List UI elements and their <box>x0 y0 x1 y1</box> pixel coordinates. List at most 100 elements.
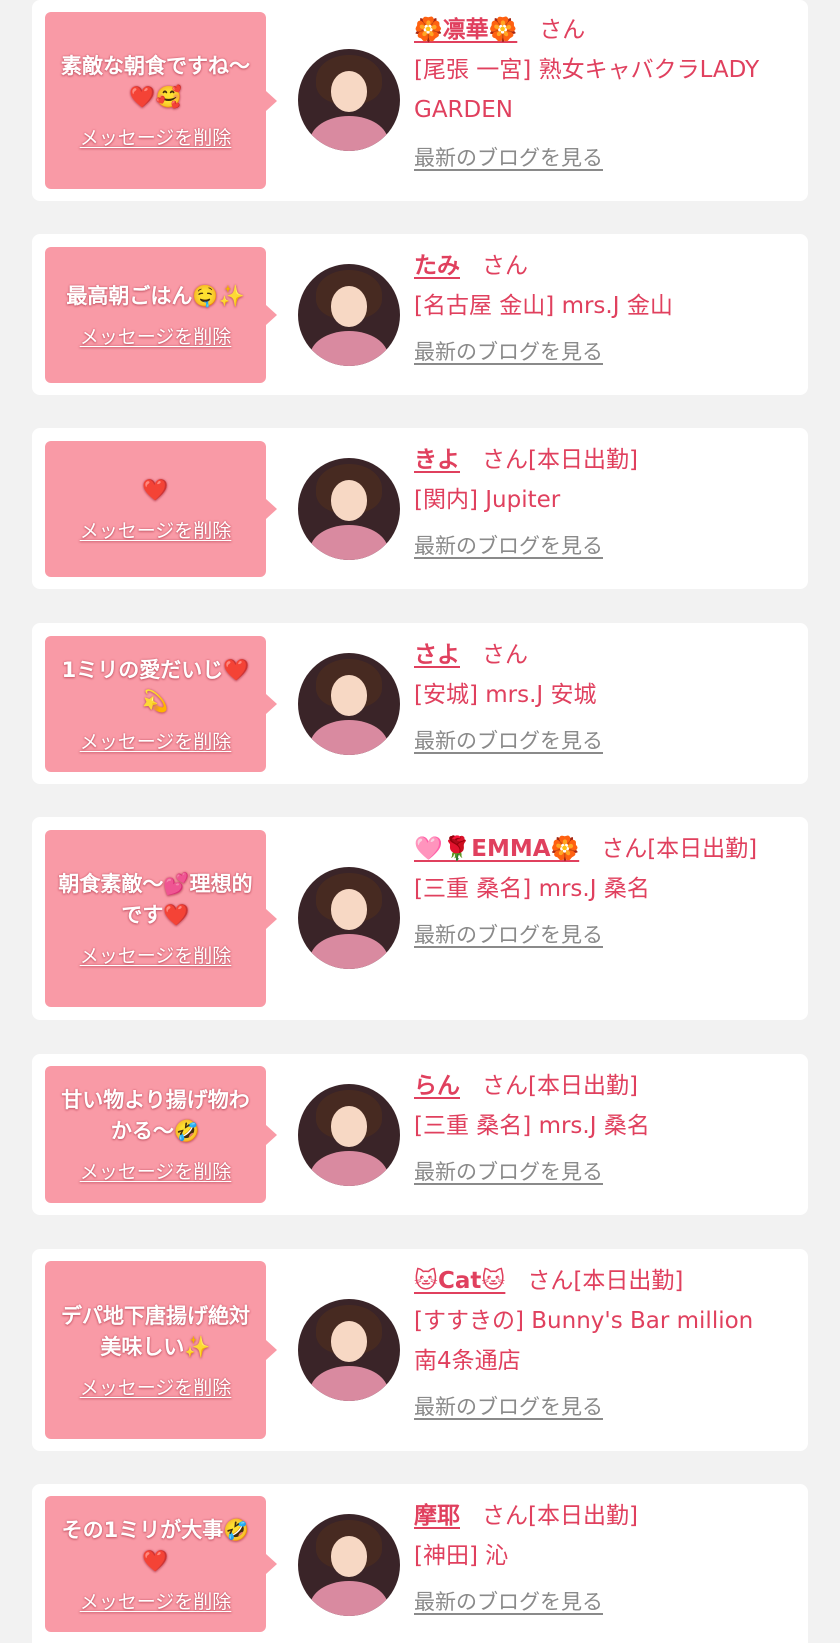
message-list: 素敵な朝食ですね〜❤️🥰 メッセージを削除 🏵️凛華🏵️ さん [尾張 一宮] 熟… <box>0 0 840 1643</box>
girl-info: 🩷🌹EMMA🏵️ さん[本日出勤] [三重 桑名] mrs.J 桑名 最新のブログ… <box>414 829 774 949</box>
honorific: さん[本日出勤] <box>482 1073 638 1099</box>
message-text: 1ミリの愛だいじ❤️💫 <box>61 657 250 713</box>
shop-name: [関内] Jupiter <box>414 487 561 513</box>
avatar-body <box>310 525 388 560</box>
avatar[interactable] <box>298 264 400 366</box>
blog-link[interactable]: 最新のブログを見る <box>414 336 603 366</box>
blog-link[interactable]: 最新のブログを見る <box>414 1156 603 1186</box>
message-bubble: 最高朝ごはん🤤✨ メッセージを削除 <box>45 247 277 383</box>
blog-row: 最新のブログを見る <box>414 1391 774 1421</box>
avatar[interactable] <box>298 1514 400 1616</box>
girl-info: さよ さん [安城] mrs.J 安城 最新のブログを見る <box>414 635 774 755</box>
avatar[interactable] <box>298 1084 400 1186</box>
message-card: 最高朝ごはん🤤✨ メッセージを削除 たみ さん [名古屋 金山] mrs.J 金山… <box>32 234 808 395</box>
message-bubble: 素敵な朝食ですね〜❤️🥰 メッセージを削除 <box>45 12 277 189</box>
delete-message-link[interactable]: メッセージを削除 <box>80 727 232 754</box>
shop-name: [三重 桑名] mrs.J 桑名 <box>414 876 650 902</box>
name-line: 🏵️凛華🏵️ さん <box>414 10 774 50</box>
honorific: さん <box>482 253 528 279</box>
avatar-body <box>310 1151 388 1186</box>
name-line: 摩耶 さん[本日出勤] <box>414 1496 774 1536</box>
avatar-face <box>330 480 368 522</box>
message-text: ❤️ <box>142 478 169 502</box>
honorific: さん <box>482 642 528 668</box>
name-line: さよ さん <box>414 635 774 675</box>
avatar-face <box>330 1536 368 1578</box>
avatar-face <box>330 71 368 113</box>
blog-row: 最新のブログを見る <box>414 530 774 560</box>
message-bubble: 甘い物より揚げ物わかる〜🤣 メッセージを削除 <box>45 1066 277 1203</box>
honorific: さん <box>539 17 586 43</box>
message-bubble: 1ミリの愛だいじ❤️💫 メッセージを削除 <box>45 636 277 772</box>
girl-info: らん さん[本日出勤] [三重 桑名] mrs.J 桑名 最新のブログを見る <box>414 1066 774 1186</box>
avatar[interactable] <box>298 867 400 969</box>
avatar-body <box>310 331 388 366</box>
girl-name-link[interactable]: らん <box>414 1073 460 1099</box>
blog-row: 最新のブログを見る <box>414 336 774 366</box>
girl-name-link[interactable]: きよ <box>414 447 460 473</box>
blog-link[interactable]: 最新のブログを見る <box>414 725 603 755</box>
delete-message-link[interactable]: メッセージを削除 <box>80 1373 232 1400</box>
avatar-body <box>310 720 388 755</box>
blog-link[interactable]: 最新のブログを見る <box>414 530 603 560</box>
message-text: その1ミリが大事🤣❤️ <box>61 1517 250 1573</box>
delete-message-link[interactable]: メッセージを削除 <box>80 1587 232 1614</box>
avatar-face <box>330 889 368 931</box>
message-card: ❤️ メッセージを削除 きよ さん[本日出勤] [関内] Jupiter 最新のブ… <box>32 428 808 589</box>
name-line: 🐱Cat🐱 さん[本日出勤] <box>414 1261 774 1301</box>
message-text: デパ地下唐揚げ絶対美味しい✨ <box>61 1303 250 1359</box>
avatar-body <box>310 1581 388 1616</box>
delete-message-link[interactable]: メッセージを削除 <box>80 123 232 150</box>
girl-name-link[interactable]: 摩耶 <box>414 1503 460 1529</box>
message-card: デパ地下唐揚げ絶対美味しい✨ メッセージを削除 🐱Cat🐱 さん[本日出勤] [す… <box>32 1249 808 1451</box>
blog-row: 最新のブログを見る <box>414 725 774 755</box>
avatar[interactable] <box>298 49 400 151</box>
message-card: 1ミリの愛だいじ❤️💫 メッセージを削除 さよ さん [安城] mrs.J 安城 … <box>32 623 808 784</box>
girl-info: たみ さん [名古屋 金山] mrs.J 金山 最新のブログを見る <box>414 246 774 366</box>
avatar-face <box>330 675 368 717</box>
avatar[interactable] <box>298 1299 400 1401</box>
avatar-body <box>310 1366 388 1401</box>
delete-message-link[interactable]: メッセージを削除 <box>80 1157 232 1184</box>
shop-name: [神田] 沁 <box>414 1543 509 1569</box>
girl-info: 🏵️凛華🏵️ さん [尾張 一宮] 熟女キャバクラLADY GARDEN 最新のブ… <box>414 10 774 172</box>
message-card: 素敵な朝食ですね〜❤️🥰 メッセージを削除 🏵️凛華🏵️ さん [尾張 一宮] 熟… <box>32 0 808 201</box>
blog-link[interactable]: 最新のブログを見る <box>414 919 603 949</box>
girl-info: 摩耶 さん[本日出勤] [神田] 沁 最新のブログを見る <box>414 1496 774 1616</box>
honorific: さん[本日出勤] <box>601 836 758 862</box>
delete-message-link[interactable]: メッセージを削除 <box>80 516 232 543</box>
message-bubble: 朝食素敵〜💕理想的です❤️ メッセージを削除 <box>45 830 277 1007</box>
honorific: さん[本日出勤] <box>482 1503 638 1529</box>
blog-row: 最新のブログを見る <box>414 1156 774 1186</box>
message-text: 朝食素敵〜💕理想的です❤️ <box>58 872 253 927</box>
girl-info: 🐱Cat🐱 さん[本日出勤] [すすきの] Bunny's Bar million… <box>414 1261 774 1421</box>
message-bubble: その1ミリが大事🤣❤️ メッセージを削除 <box>45 1496 277 1632</box>
name-line: らん さん[本日出勤] <box>414 1066 774 1106</box>
blog-link[interactable]: 最新のブログを見る <box>414 142 603 172</box>
shop-name: [安城] mrs.J 安城 <box>414 682 597 708</box>
message-card: その1ミリが大事🤣❤️ メッセージを削除 摩耶 さん[本日出勤] [神田] 沁 最… <box>32 1484 808 1643</box>
girl-name-link[interactable]: 🏵️凛華🏵️ <box>414 17 517 43</box>
girl-name-link[interactable]: さよ <box>414 642 460 668</box>
shop-name: [すすきの] Bunny's Bar million 南4条通店 <box>414 1308 754 1374</box>
honorific: さん[本日出勤] <box>527 1268 684 1294</box>
message-text: 最高朝ごはん🤤✨ <box>66 284 245 308</box>
honorific: さん[本日出勤] <box>482 447 638 473</box>
shop-name: [名古屋 金山] mrs.J 金山 <box>414 293 673 319</box>
message-card: 甘い物より揚げ物わかる〜🤣 メッセージを削除 らん さん[本日出勤] [三重 桑名… <box>32 1054 808 1215</box>
delete-message-link[interactable]: メッセージを削除 <box>80 941 232 968</box>
girl-name-link[interactable]: 🩷🌹EMMA🏵️ <box>414 836 579 862</box>
message-card: 朝食素敵〜💕理想的です❤️ メッセージを削除 🩷🌹EMMA🏵️ さん[本日出勤] … <box>32 817 808 1020</box>
blog-row: 最新のブログを見る <box>414 1586 774 1616</box>
delete-message-link[interactable]: メッセージを削除 <box>80 322 232 349</box>
avatar-body <box>310 934 388 969</box>
shop-name: [三重 桑名] mrs.J 桑名 <box>414 1113 650 1139</box>
girl-name-link[interactable]: たみ <box>414 253 460 279</box>
avatar[interactable] <box>298 458 400 560</box>
blog-link[interactable]: 最新のブログを見る <box>414 1391 603 1421</box>
avatar[interactable] <box>298 653 400 755</box>
blog-link[interactable]: 最新のブログを見る <box>414 1586 603 1616</box>
girl-name-link[interactable]: 🐱Cat🐱 <box>414 1268 505 1294</box>
shop-name: [尾張 一宮] 熟女キャバクラLADY GARDEN <box>414 57 760 123</box>
blog-row: 最新のブログを見る <box>414 919 774 949</box>
